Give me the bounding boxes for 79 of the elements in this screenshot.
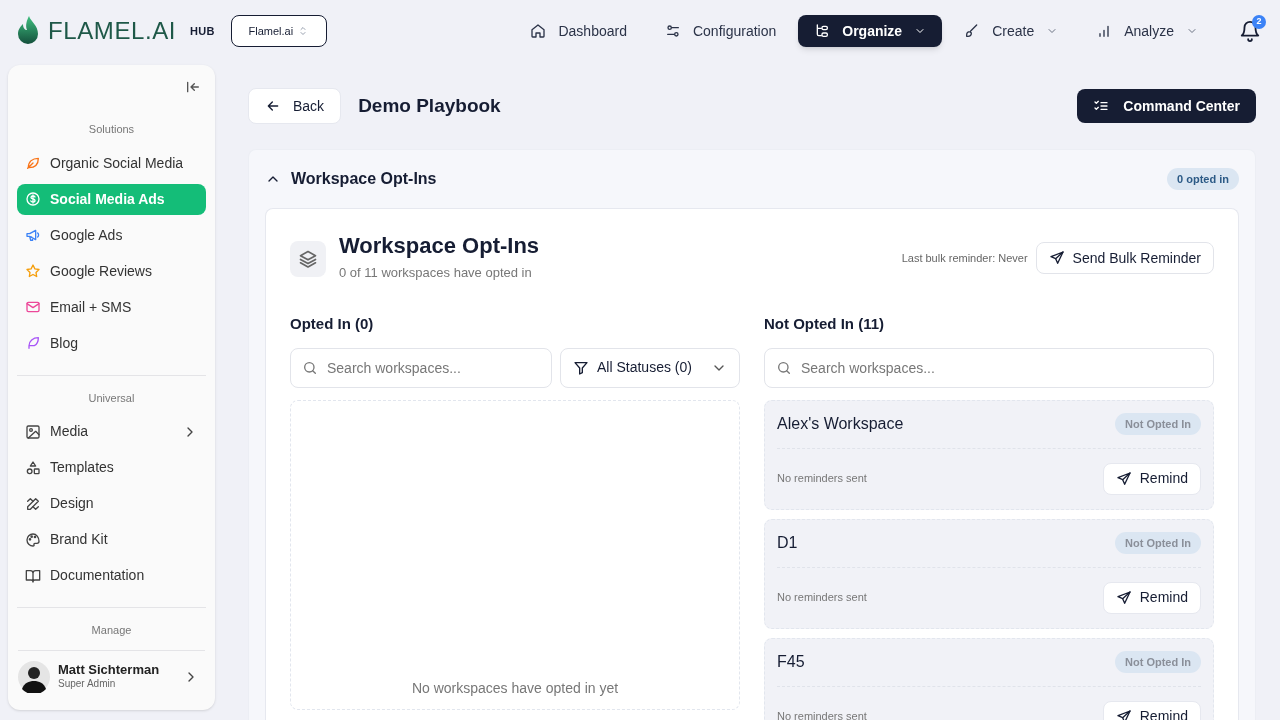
accordion-header[interactable]: Workspace Opt-Ins 0 opted in [249, 150, 1255, 208]
section-heading: Solutions [88, 122, 135, 137]
search-field[interactable]: Search workspaces... [290, 347, 552, 388]
section-heading: Manage [91, 623, 132, 638]
status-filter-dropdown[interactable]: All Statuses (0) [560, 347, 740, 388]
arrow-left-icon [265, 98, 281, 114]
last-reminder-text: Last bulk reminder: Never [901, 250, 1028, 266]
remind-button[interactable]: Remind [1102, 581, 1201, 614]
leaf-icon [25, 155, 41, 171]
star-icon [25, 263, 41, 279]
sidebar-item[interactable]: Blog [17, 327, 206, 359]
status-badge: Not Opted In [1115, 532, 1201, 554]
layers-icon [298, 249, 318, 269]
remind-button[interactable]: Remind [1102, 462, 1201, 495]
user-name: Matt Sichterman [58, 662, 161, 679]
sidebar-item[interactable]: Organic Social Media [17, 147, 206, 179]
pencil-ruler-icon [25, 495, 41, 512]
sidebar-item[interactable]: Email + SMS [17, 291, 206, 323]
reminder-status: No reminders sent [777, 471, 868, 487]
user-role: Super Admin [58, 678, 117, 691]
palette-icon [25, 531, 41, 548]
send-icon [1115, 708, 1132, 720]
organization-select[interactable]: Flamel.ai [230, 15, 327, 47]
send-icon [1115, 589, 1132, 606]
reminder-status: No reminders sent [777, 709, 868, 720]
nav-tab[interactable]: Analyze [1080, 15, 1214, 47]
search-icon [776, 359, 792, 376]
sliders-icon [664, 23, 681, 39]
sidebar-item[interactable]: Brand Kit [17, 524, 206, 555]
opted-count-badge: 0 opted in [1167, 168, 1239, 190]
sidebar-item[interactable]: Templates [17, 452, 206, 483]
search-field[interactable]: Search workspaces... [764, 347, 1214, 388]
column-heading: Not Opted In (11) [764, 313, 885, 333]
filter-icon [573, 359, 589, 376]
send-bulk-reminder-button[interactable]: Send Bulk Reminder [1035, 242, 1214, 274]
collapse-sidebar-icon [185, 79, 201, 95]
sidebar-item[interactable]: Google Ads [17, 219, 206, 251]
status-badge: Not Opted In [1115, 651, 1201, 673]
dollar-circle-icon [25, 191, 41, 207]
back-button[interactable]: Back [248, 88, 342, 124]
section-heading: Universal [88, 390, 135, 406]
mail-icon [25, 299, 41, 315]
image-icon [25, 423, 41, 440]
sidebar-item[interactable]: Documentation [17, 560, 206, 591]
status-badge: Not Opted In [1115, 413, 1201, 435]
avatar [18, 660, 50, 693]
send-icon [1115, 470, 1132, 487]
megaphone-icon [25, 227, 41, 243]
flame-logo-icon [16, 15, 40, 47]
home-icon [530, 23, 547, 39]
workspace-name: F45 [777, 652, 806, 672]
hub-label: HUB [190, 23, 215, 39]
nav-tab[interactable]: Create [948, 15, 1075, 47]
search-icon [302, 359, 318, 376]
card-subtitle: 0 of 11 workspaces have opted in [339, 264, 533, 282]
notifications-button[interactable]: 2 [1236, 17, 1264, 45]
collapse-sidebar-button[interactable] [185, 79, 201, 95]
sidebar-item[interactable]: Media [17, 416, 206, 447]
sidebar-item[interactable]: Google Reviews [17, 255, 206, 287]
book-icon [25, 567, 41, 584]
reminder-status: No reminders sent [777, 590, 868, 606]
send-icon [1048, 250, 1065, 266]
bell-icon [1239, 20, 1261, 42]
command-center-button[interactable]: Command Center [1077, 89, 1256, 123]
workspace-name: Alex's Workspace [777, 414, 905, 434]
notification-count: 2 [1252, 15, 1266, 29]
nav-tab[interactable]: Dashboard [514, 15, 643, 47]
logo-text: FLAMEL.AI [48, 19, 177, 43]
empty-state-text: No workspaces have opted in yet [411, 678, 619, 698]
shapes-icon [25, 459, 41, 476]
sidebar-item[interactable]: Design [17, 488, 206, 519]
nav-tab[interactable]: Organize [798, 15, 943, 47]
hierarchy-icon [814, 23, 831, 39]
workspace-name: D1 [777, 533, 799, 553]
nav-tab[interactable]: Configuration [648, 15, 793, 47]
column-heading: Opted In (0) [290, 313, 375, 333]
page-title: Demo Playbook [358, 93, 501, 118]
feather-icon [25, 335, 41, 351]
card-title: Workspace Opt-Ins [339, 233, 540, 259]
